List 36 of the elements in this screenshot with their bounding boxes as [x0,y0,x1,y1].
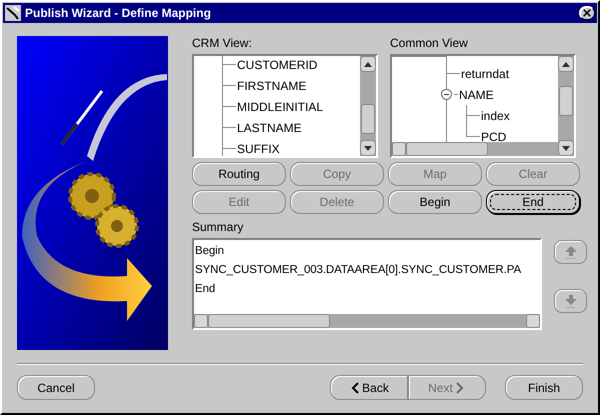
tree-item[interactable]: PCD [481,130,506,144]
up-arrow-icon [564,246,576,258]
view-label: Common View [390,36,469,50]
tree-item[interactable]: SUFFIX [237,142,280,156]
app-icon [5,5,21,21]
tree-item[interactable]: returndat [461,66,510,80]
action-button[interactable]: Routing [192,162,286,186]
summary-line: Begin [195,244,225,259]
scroll-thumb[interactable] [361,104,375,134]
tree-view[interactable]: returndat NAME index PCD [390,54,576,158]
tree-item[interactable]: index [481,108,510,122]
action-button[interactable]: Begin [388,190,482,214]
chevron-left-icon [351,382,360,394]
tree-item[interactable]: NAME [459,88,494,102]
footer-button[interactable]: Finish [505,375,583,400]
tree-item[interactable]: CUSTOMERID [237,58,318,72]
footer-button[interactable]: Cancel [17,375,95,400]
tree-item[interactable]: FIRSTNAME [237,78,306,92]
chevron-right-icon [454,382,464,394]
tree-view[interactable]: CUSTOMERID FIRSTNAME MIDDLEINITIAL LASTNAME SUFFIX [192,54,378,158]
summary-line: End [195,282,216,297]
close-button[interactable]: × [579,6,595,20]
summary-label: Summary [192,220,244,234]
tree-item[interactable]: MIDDLEINITIAL [237,100,324,114]
scroll-thumb[interactable] [559,86,573,116]
tree-item[interactable]: LASTNAME [237,120,302,134]
summary-text-area[interactable]: Begin SYNC_CUSTOMER_003.DATAAREA[0].SYNC_CUSTOMER.PA End [192,238,542,330]
collapse-toggle-icon[interactable] [441,89,452,100]
action-button[interactable]: End [486,190,580,214]
horizontal-scrollbar[interactable] [392,142,558,156]
horizontal-scrollbar[interactable] [194,314,540,328]
view-label: CRM View: [192,36,253,50]
back-button[interactable]: Back [330,375,408,400]
window-title: Publish Wizard - Define Mapping [25,6,212,20]
summary-line: SYNC_CUSTOMER_003.DATAAREA[0].SYNC_CUSTOMER.PA [195,263,522,278]
down-arrow-icon [564,294,576,308]
